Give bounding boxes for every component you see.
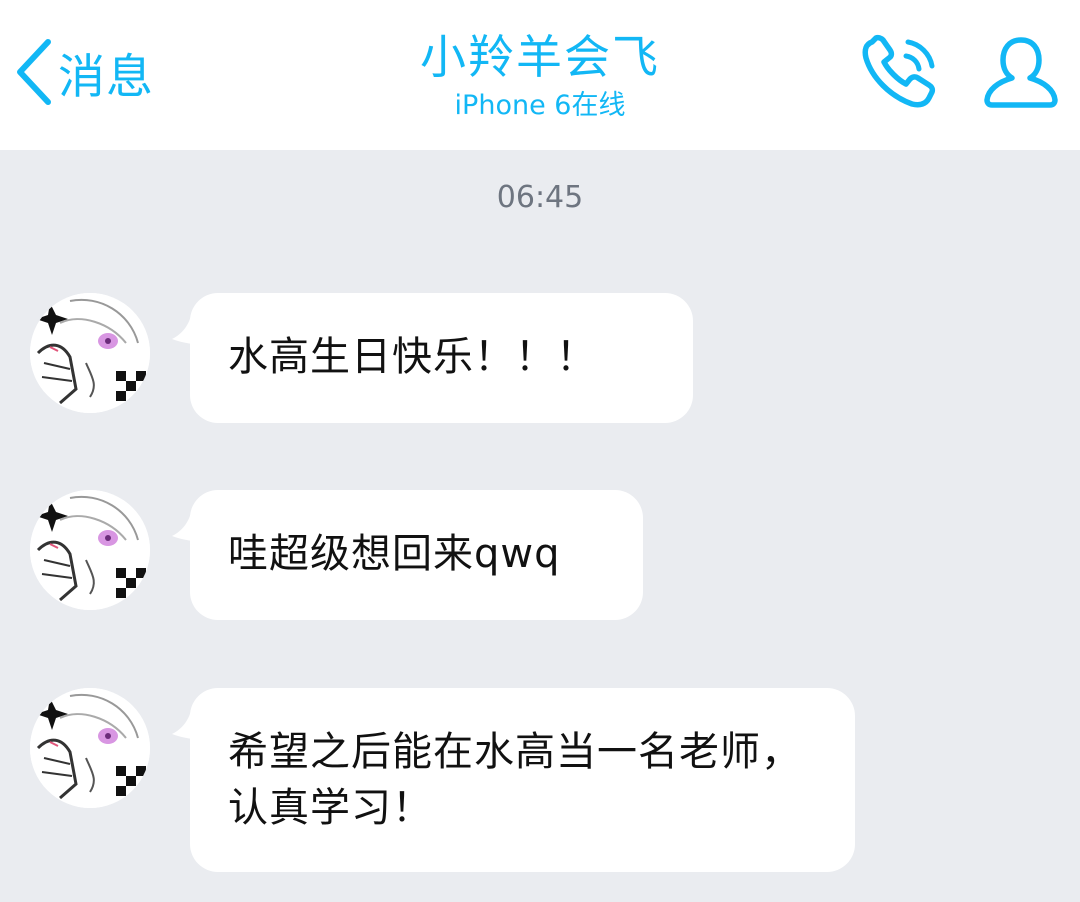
user-icon [982, 37, 1060, 114]
message-text: 希望之后能在水高当一名老师，认真学习！ [228, 729, 802, 831]
avatar[interactable] [30, 490, 150, 610]
chevron-left-icon [14, 36, 54, 108]
avatar[interactable] [30, 688, 150, 808]
chat-title-area[interactable]: 小羚羊会飞 iPhone 6在线 [240, 28, 840, 126]
call-button[interactable] [858, 34, 940, 114]
message-bubble[interactable]: 水高生日快乐！！！ [190, 293, 693, 423]
phone-icon [858, 34, 940, 114]
avatar[interactable] [30, 293, 150, 413]
avatar-image [30, 688, 150, 808]
message-timestamp: 06:45 [496, 180, 584, 215]
avatar-image [30, 293, 150, 413]
message-bubble[interactable]: 哇超级想回来qwq [190, 490, 643, 620]
profile-button[interactable] [982, 34, 1060, 114]
avatar-image [30, 490, 150, 610]
contact-name: 小羚羊会飞 [420, 30, 660, 84]
online-status: iPhone 6在线 [454, 90, 626, 121]
message-text: 哇超级想回来qwq [228, 531, 561, 577]
back-label: 消息 [58, 49, 154, 105]
back-button[interactable]: 消息 [14, 36, 154, 108]
message-bubble[interactable]: 希望之后能在水高当一名老师，认真学习！ [190, 688, 855, 872]
chat-header: 消息 小羚羊会飞 iPhone 6在线 [0, 0, 1080, 150]
message-text: 水高生日快乐！！！ [228, 334, 597, 380]
